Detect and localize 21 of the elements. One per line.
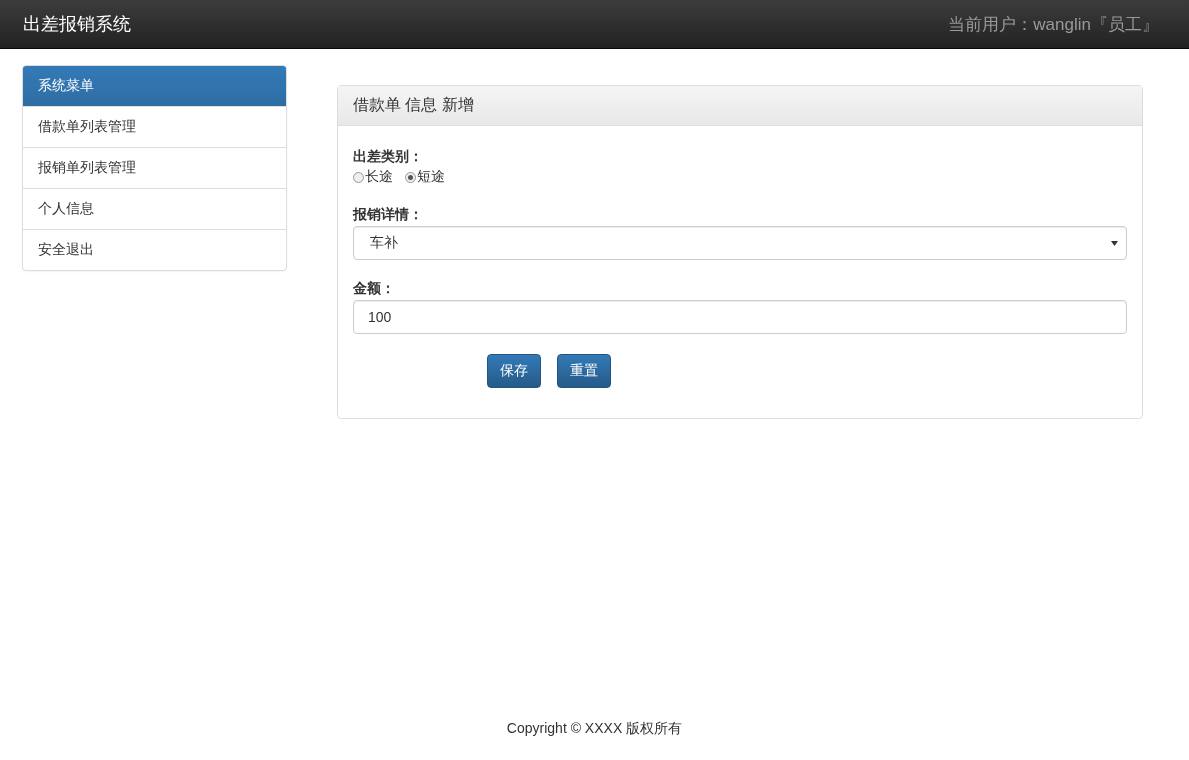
radio-button[interactable] bbox=[405, 171, 416, 183]
copyright-text: Copyright © XXXX 版权所有 bbox=[506, 720, 683, 736]
select-field[interactable]: 车补 bbox=[353, 226, 1127, 260]
field-label: 报销详情： bbox=[353, 206, 424, 224]
menu-heading: 系统菜单 bbox=[23, 66, 286, 106]
reset-button[interactable]: 重置 bbox=[557, 354, 611, 388]
field-label: 出差类别： bbox=[353, 148, 424, 166]
field-label: 金额： bbox=[353, 280, 396, 298]
save-button[interactable]: 保存 bbox=[487, 354, 541, 388]
menu-item[interactable]: 个人信息 bbox=[23, 188, 286, 229]
radio-label: 长途 bbox=[365, 168, 393, 186]
radio-button[interactable] bbox=[353, 171, 364, 183]
panel-title: 借款单 信息 新增 bbox=[338, 86, 1142, 126]
menu-item[interactable]: 报销单列表管理 bbox=[23, 147, 286, 188]
menu-item[interactable]: 借款单列表管理 bbox=[23, 106, 286, 147]
menu-item[interactable]: 安全退出 bbox=[23, 229, 286, 270]
radio-label: 短途 bbox=[417, 168, 445, 186]
input-field[interactable]: 100 bbox=[353, 300, 1127, 334]
brand-title[interactable]: 出差报销系统 bbox=[23, 12, 131, 36]
caret-icon bbox=[1111, 240, 1118, 246]
current-user: 当前用户：wanglin『员工』 bbox=[948, 13, 1159, 36]
